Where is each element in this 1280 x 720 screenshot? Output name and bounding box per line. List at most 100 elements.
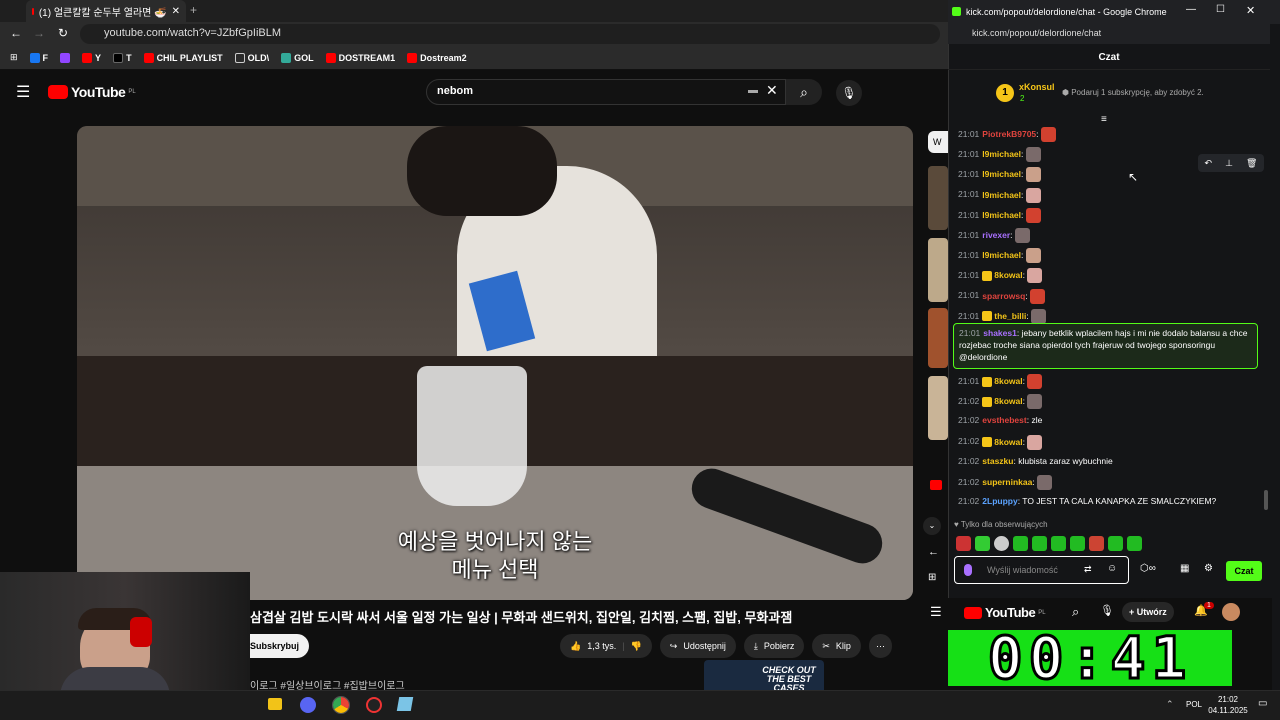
taskbar-explorer-icon[interactable] <box>268 698 282 710</box>
message-username[interactable]: sparrowsq <box>982 290 1025 300</box>
chat-message[interactable]: 21:01 PiotrekB9705: <box>958 127 1258 142</box>
bookmark-t[interactable]: T <box>113 52 132 63</box>
bookmark-twitch[interactable] <box>60 52 71 63</box>
maximize-icon[interactable]: ☐ <box>1216 4 1225 15</box>
tab-close-icon[interactable]: ✕ <box>172 6 180 17</box>
close-window-icon[interactable]: ✕ <box>1246 4 1255 17</box>
mini-mic-icon[interactable]: 🎙 <box>1100 604 1114 617</box>
download-button[interactable]: ⤓ Pobierz <box>743 634 805 658</box>
chat-message[interactable]: 21:02 2Lpuppy: TO JEST TA CALA KANAPKA ZE… <box>958 495 1258 507</box>
bookmark-gol[interactable]: GOL <box>281 52 314 63</box>
chat-message[interactable]: 21:01 l9michael: <box>958 187 1258 203</box>
recommendation-thumb[interactable] <box>928 308 948 368</box>
message-username[interactable]: superninkaa <box>982 477 1032 487</box>
extension-icon[interactable]: ⬡∞ <box>1140 563 1156 574</box>
chat-message[interactable]: 21:01 l9michael: <box>958 248 1258 264</box>
voice-icon[interactable] <box>964 564 972 576</box>
forward-icon[interactable]: → <box>33 26 45 40</box>
clear-search-icon[interactable]: ✕ <box>766 82 778 99</box>
browser-tab[interactable]: (1) 얼큰칼칼 순두부 열라면 🍜 ✕ <box>26 0 186 22</box>
scroll-down-button[interactable]: ⌄ <box>923 517 941 535</box>
chat-message[interactable]: 21:01 l9michael: <box>958 207 1258 223</box>
chat-scrollbar[interactable] <box>1264 490 1268 510</box>
create-button[interactable]: + Utwórz <box>1122 602 1174 622</box>
chat-emote-icon[interactable] <box>1027 394 1043 410</box>
clock[interactable]: 21:02 04.11.2025 <box>1206 694 1250 716</box>
menu-icon[interactable]: ☰ <box>16 82 30 102</box>
message-username[interactable]: staszku <box>982 456 1013 466</box>
message-username[interactable]: 8kowal <box>994 436 1022 446</box>
chat-emote-icon[interactable] <box>1025 167 1041 183</box>
message-username[interactable]: 8kowal <box>994 396 1022 406</box>
filter-icon[interactable]: ≡ <box>1101 114 1107 125</box>
back-arrow-icon[interactable]: ← <box>928 546 939 558</box>
message-username[interactable]: 2Lpuppy <box>982 496 1017 506</box>
pin-icon[interactable]: ⊥ <box>1225 158 1233 169</box>
emote-icon[interactable] <box>1013 536 1028 551</box>
filter-chip[interactable]: W <box>928 131 948 153</box>
address-bar[interactable]: youtube.com/watch?v=JZbfGpIiBLM <box>80 24 940 44</box>
store-icon[interactable]: ▦ <box>1180 563 1189 574</box>
highlighted-message[interactable]: 21:01 shakes1: jebany betklik wplacilem h… <box>953 323 1258 369</box>
youtube-logo[interactable]: YouTube PL <box>48 84 136 100</box>
chat-message-input[interactable]: Wyślij wiadomość <box>954 556 1129 584</box>
keyboard-icon[interactable]: ▬ <box>748 85 758 96</box>
minimize-icon[interactable]: — <box>1186 4 1196 15</box>
back-icon[interactable]: ← <box>10 26 22 40</box>
emote-icon[interactable] <box>1108 536 1123 551</box>
delete-icon[interactable]: 🗑 <box>1246 158 1257 169</box>
emote-icon[interactable] <box>994 536 1009 551</box>
recommendation-thumb[interactable] <box>928 166 948 230</box>
tray-chevron-icon[interactable]: ⌃ <box>1166 699 1174 710</box>
settings-icon[interactable]: ⚙ <box>1204 563 1213 574</box>
chat-emote-icon[interactable] <box>1014 228 1030 243</box>
emote-icon[interactable] <box>956 536 971 551</box>
more-button[interactable]: ⋯ <box>868 634 892 658</box>
chat-emote-icon[interactable] <box>1027 268 1043 284</box>
translate-icon[interactable]: ⇄ <box>1084 564 1092 575</box>
message-username[interactable]: l9michael <box>982 189 1021 199</box>
chat-emote-icon[interactable] <box>1025 248 1041 264</box>
chat-message[interactable]: 21:01 rivexer: <box>958 228 1258 243</box>
emote-icon[interactable] <box>1089 536 1104 551</box>
recommendation-thumb[interactable] <box>928 238 948 302</box>
message-username[interactable]: PiotrekB9705 <box>982 129 1036 139</box>
bookmark-dostream1[interactable]: DOSTREAM1 <box>325 52 395 63</box>
send-chat-button[interactable]: Czat <box>1226 561 1262 581</box>
chat-emote-icon[interactable] <box>1025 207 1041 223</box>
emote-icon[interactable] <box>1051 536 1066 551</box>
chat-emote-icon[interactable] <box>1027 434 1043 450</box>
message-username[interactable]: evsthebest <box>982 415 1026 425</box>
chat-emote-icon[interactable] <box>1025 147 1041 163</box>
message-username[interactable]: l9michael <box>982 149 1021 159</box>
chat-message[interactable]: 21:02 8kowal: <box>958 434 1258 450</box>
reply-icon[interactable]: ↶ <box>1205 158 1213 169</box>
message-username[interactable]: 8kowal <box>994 270 1022 280</box>
like-button[interactable]: 👍 1,3 tys. | 👎 <box>560 634 652 658</box>
emote-icon[interactable] <box>1032 536 1047 551</box>
chat-emote-icon[interactable] <box>1037 475 1053 490</box>
emote-icon[interactable] <box>1070 536 1085 551</box>
message-username[interactable]: l9michael <box>982 169 1021 179</box>
chat-emote-icon[interactable] <box>1030 288 1046 304</box>
message-username[interactable]: 8kowal <box>994 376 1022 386</box>
emote-icon[interactable] <box>975 536 990 551</box>
avatar[interactable] <box>1222 603 1240 621</box>
emote-icon[interactable] <box>1127 536 1142 551</box>
chat-message[interactable]: 21:02 superninkaa: <box>958 475 1258 490</box>
search-button[interactable]: ⌕ <box>786 79 822 105</box>
message-username[interactable]: l9michael <box>982 250 1021 260</box>
message-username[interactable]: rivexer <box>982 230 1010 240</box>
chat-message[interactable]: 21:02 8kowal: <box>958 394 1258 410</box>
bookmark-y[interactable]: Y <box>82 52 101 63</box>
notification-center-icon[interactable]: ▭ <box>1258 698 1267 709</box>
subscribe-button[interactable]: Subskrybuj <box>250 634 310 658</box>
new-tab-button[interactable]: + <box>190 3 197 17</box>
apps-icon[interactable]: ⊞ <box>10 52 18 63</box>
chat-emote-icon[interactable] <box>1025 187 1041 203</box>
taskbar-app-icon[interactable] <box>366 697 382 713</box>
taskbar-chrome-icon[interactable] <box>332 696 350 714</box>
clip-button[interactable]: ✂ Klip <box>812 634 861 658</box>
chat-message[interactable]: 21:01 the_billi: <box>958 308 1258 324</box>
language-indicator[interactable]: POL <box>1186 700 1202 709</box>
